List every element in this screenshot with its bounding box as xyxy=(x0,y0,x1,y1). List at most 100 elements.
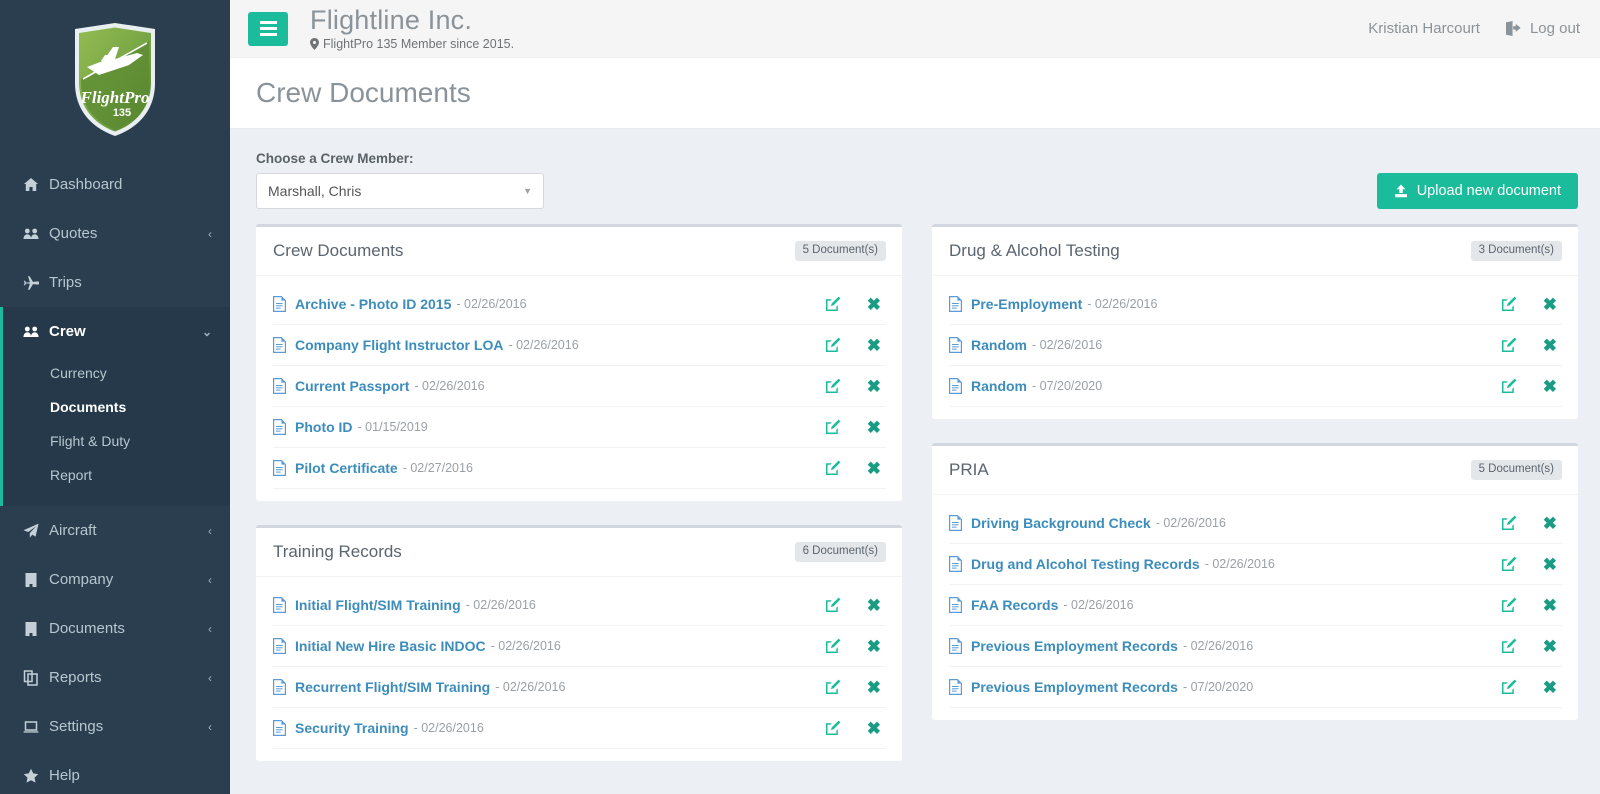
users-icon xyxy=(23,324,49,340)
chevron-left-icon: ‹ xyxy=(208,523,212,538)
document-name-link[interactable]: Security Training xyxy=(295,720,409,736)
sidebar-nav: Dashboard Quotes ‹ Trips Crew ⌄ Currency… xyxy=(0,160,230,794)
sidebar-item-company[interactable]: Company ‹ xyxy=(0,555,230,604)
edit-icon[interactable] xyxy=(825,419,841,435)
edit-icon[interactable] xyxy=(1501,597,1517,613)
sidebar-item-label: Settings xyxy=(49,718,104,735)
edit-icon[interactable] xyxy=(825,720,841,736)
building-icon xyxy=(23,621,49,637)
row-actions: ✖ xyxy=(825,720,886,737)
user-name[interactable]: Kristian Harcourt xyxy=(1368,20,1480,37)
left-column: Crew Documents 5 Document(s) Archive - Pho… xyxy=(256,224,902,785)
document-name-link[interactable]: Random xyxy=(971,378,1027,394)
edit-icon[interactable] xyxy=(1501,638,1517,654)
edit-icon[interactable] xyxy=(825,378,841,394)
menu-toggle-button[interactable] xyxy=(248,11,288,46)
edit-icon[interactable] xyxy=(825,460,841,476)
upload-new-document-button[interactable]: Upload new document xyxy=(1376,173,1578,209)
document-name-link[interactable]: Photo ID xyxy=(295,419,353,435)
delete-icon[interactable]: ✖ xyxy=(867,460,881,477)
document-name-link[interactable]: Current Passport xyxy=(295,378,409,394)
edit-icon[interactable] xyxy=(825,337,841,353)
row-actions: ✖ xyxy=(1501,337,1562,354)
document-date: - 02/26/2016 xyxy=(490,639,561,653)
flightpro-135-logo-icon: FlightPro 135 xyxy=(75,23,155,136)
sidebar-item-flight-and-duty[interactable]: Flight & Duty xyxy=(3,424,230,458)
file-text-icon xyxy=(949,638,971,654)
delete-icon[interactable]: ✖ xyxy=(867,378,881,395)
delete-icon[interactable]: ✖ xyxy=(1543,515,1557,532)
sign-out-icon xyxy=(1505,21,1521,36)
delete-icon[interactable]: ✖ xyxy=(1543,378,1557,395)
content-toolbar: Choose a Crew Member: Marshall, Chris ▼ … xyxy=(256,151,1578,209)
sidebar-item-reports[interactable]: Reports ‹ xyxy=(0,653,230,702)
sidebar-item-settings[interactable]: Settings ‹ xyxy=(0,702,230,751)
delete-icon[interactable]: ✖ xyxy=(1543,337,1557,354)
delete-icon[interactable]: ✖ xyxy=(1543,679,1557,696)
sidebar-item-documents-crew[interactable]: Documents xyxy=(3,390,230,424)
delete-icon[interactable]: ✖ xyxy=(867,337,881,354)
svg-text:135: 135 xyxy=(113,107,131,119)
row-actions: ✖ xyxy=(1501,638,1562,655)
document-name-link[interactable]: Initial New Hire Basic INDOC xyxy=(295,638,486,654)
file-text-icon xyxy=(949,597,971,613)
logout-button[interactable]: Log out xyxy=(1505,20,1580,37)
delete-icon[interactable]: ✖ xyxy=(1543,597,1557,614)
document-name-link[interactable]: Random xyxy=(971,337,1027,353)
delete-icon[interactable]: ✖ xyxy=(867,296,881,313)
document-name-link[interactable]: Previous Employment Records xyxy=(971,679,1178,695)
users-icon xyxy=(23,226,49,242)
document-name-link[interactable]: Recurrent Flight/SIM Training xyxy=(295,679,490,695)
delete-icon[interactable]: ✖ xyxy=(867,597,881,614)
delete-icon[interactable]: ✖ xyxy=(867,419,881,436)
menu-bar-2 xyxy=(259,27,277,30)
chevron-left-icon: ‹ xyxy=(208,572,212,587)
document-name-link[interactable]: Archive - Photo ID 2015 xyxy=(295,296,451,312)
document-name-link[interactable]: Drug and Alcohol Testing Records xyxy=(971,556,1200,572)
document-name-link[interactable]: Initial Flight/SIM Training xyxy=(295,597,461,613)
delete-icon[interactable]: ✖ xyxy=(867,638,881,655)
sidebar-item-label: Company xyxy=(49,571,114,588)
edit-icon[interactable] xyxy=(1501,679,1517,695)
document-name-link[interactable]: FAA Records xyxy=(971,597,1058,613)
row-actions: ✖ xyxy=(1501,597,1562,614)
sidebar-item-quotes[interactable]: Quotes ‹ xyxy=(0,209,230,258)
sidebar-item-report[interactable]: Report xyxy=(3,458,230,492)
edit-icon[interactable] xyxy=(1501,515,1517,531)
document-name-link[interactable]: Previous Employment Records xyxy=(971,638,1178,654)
crew-member-select[interactable]: Marshall, Chris ▼ xyxy=(256,173,544,209)
sidebar-item-label: Crew xyxy=(49,323,86,340)
delete-icon[interactable]: ✖ xyxy=(867,720,881,737)
document-name-link[interactable]: Driving Background Check xyxy=(971,515,1151,531)
document-name-link[interactable]: Pre-Employment xyxy=(971,296,1082,312)
sidebar-item-documents[interactable]: Documents ‹ xyxy=(0,604,230,653)
document-count-badge: 6 Document(s) xyxy=(794,542,886,562)
sidebar-item-dashboard[interactable]: Dashboard xyxy=(0,160,230,209)
sidebar-item-help[interactable]: Help xyxy=(0,751,230,794)
edit-icon[interactable] xyxy=(825,679,841,695)
delete-icon[interactable]: ✖ xyxy=(867,679,881,696)
document-name-link[interactable]: Pilot Certificate xyxy=(295,460,398,476)
sidebar-item-aircraft[interactable]: Aircraft ‹ xyxy=(0,506,230,555)
edit-icon[interactable] xyxy=(825,296,841,312)
delete-icon[interactable]: ✖ xyxy=(1543,296,1557,313)
edit-icon[interactable] xyxy=(825,638,841,654)
delete-icon[interactable]: ✖ xyxy=(1543,556,1557,573)
row-actions: ✖ xyxy=(825,460,886,477)
delete-icon[interactable]: ✖ xyxy=(1543,638,1557,655)
edit-icon[interactable] xyxy=(1501,378,1517,394)
document-row: Driving Background Check - 02/26/2016 ✖ xyxy=(949,503,1562,544)
document-row: Pre-Employment - 02/26/2016 ✖ xyxy=(949,284,1562,325)
edit-icon[interactable] xyxy=(1501,337,1517,353)
sidebar-item-currency[interactable]: Currency xyxy=(3,356,230,390)
sidebar-item-trips[interactable]: Trips xyxy=(0,258,230,307)
document-date: - 01/15/2019 xyxy=(357,420,428,434)
sidebar-item-crew[interactable]: Crew ⌄ xyxy=(0,307,230,356)
sidebar-item-label: Documents xyxy=(49,620,125,637)
star-icon xyxy=(23,768,49,784)
edit-icon[interactable] xyxy=(1501,556,1517,572)
document-date: - 02/26/2016 xyxy=(413,721,484,735)
edit-icon[interactable] xyxy=(825,597,841,613)
document-name-link[interactable]: Company Flight Instructor LOA xyxy=(295,337,503,353)
edit-icon[interactable] xyxy=(1501,296,1517,312)
